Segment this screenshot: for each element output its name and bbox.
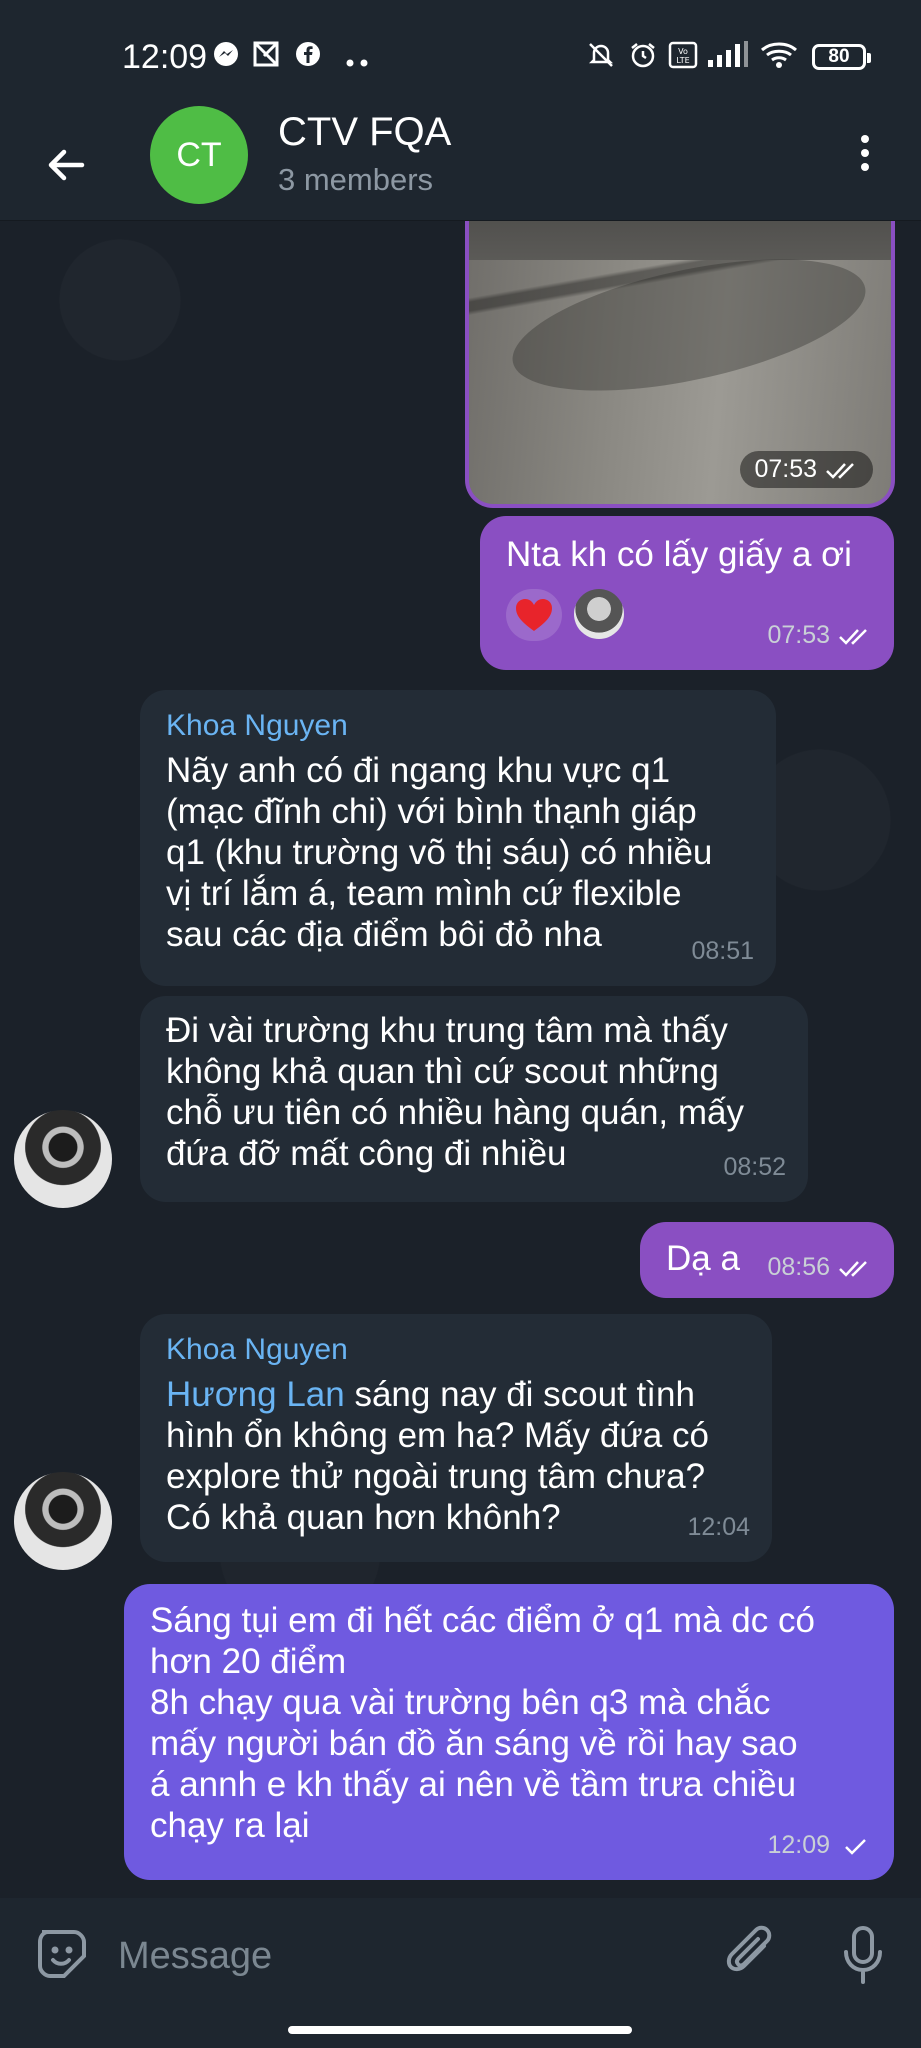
heart-icon — [516, 599, 552, 631]
message-time: 12:09 — [767, 1831, 830, 1859]
sender-avatar[interactable] — [14, 1110, 112, 1208]
incoming-message[interactable]: Đi vài trường khu trung tâm mà thấy khôn… — [140, 996, 808, 1202]
volte-icon: Vo LTE — [668, 40, 698, 75]
double-check-icon — [826, 462, 854, 479]
message-line: 8h chạy qua vài trường bên q3 mà chắc — [150, 1683, 771, 1722]
chat-header — [0, 110, 921, 221]
message-line-with-mention: Hương Lan sáng nay đi scout tình — [166, 1374, 746, 1415]
outgoing-message[interactable]: Nta kh có lấy giấy a ơi 07:53 — [480, 516, 894, 670]
members-count: 3 members — [278, 162, 434, 197]
message-line: á annh e kh thấy ai nên về tầm trưa chiề… — [150, 1765, 797, 1804]
message-text: Nta kh có lấy giấy a ơi — [506, 535, 852, 574]
message-time: 07:53 — [754, 455, 817, 483]
microphone-icon — [844, 1926, 882, 1984]
message-time: 07:53 — [767, 621, 830, 649]
paperclip-icon — [726, 1925, 772, 1972]
message-line: Nãy anh có đi ngang khu vực q1 — [166, 751, 671, 790]
message-line: explore thử ngoài trung tâm chưa? — [166, 1457, 706, 1496]
svg-text:Vo: Vo — [678, 47, 688, 56]
message-line: chỗ ưu tiên có nhiều hàng quán, mấy — [166, 1093, 744, 1132]
message-line: (mạc đĩnh chi) với bình thạnh giáp — [166, 792, 697, 831]
home-indicator[interactable] — [288, 2026, 632, 2034]
status-time: 12:09 — [122, 38, 208, 76]
message-time: 08:52 — [723, 1153, 786, 1181]
sticker-icon — [38, 1930, 86, 1978]
photo-shadow — [501, 233, 877, 417]
message-meta: 08:51 — [691, 931, 754, 972]
more-options-button[interactable] — [850, 130, 880, 180]
message-line: Sáng tụi em đi hết các điểm ở q1 mà dc c… — [150, 1601, 815, 1640]
outgoing-message[interactable]: Dạ a 08:56 — [640, 1222, 894, 1298]
message-meta: 07:53 — [740, 451, 873, 488]
back-button[interactable] — [40, 138, 94, 192]
arrow-left-icon — [48, 149, 85, 181]
message-line: hình ổn không em ha? Mấy đứa có — [166, 1416, 709, 1455]
message-meta: 08:56 — [767, 1247, 872, 1288]
avatar-initials: CT — [176, 135, 222, 174]
message-line: q1 (khu trường võ thị sáu) có nhiều — [166, 833, 713, 872]
message-composer: Message — [0, 1898, 921, 2048]
message-time: 08:51 — [691, 937, 754, 965]
emoji-button[interactable] — [34, 1926, 90, 1982]
sender-name[interactable]: Khoa Nguyen — [166, 1332, 746, 1368]
sender-avatar[interactable] — [14, 1472, 112, 1570]
message-input[interactable]: Message — [118, 1928, 638, 1984]
message-line: hơn 20 điểm — [150, 1642, 347, 1681]
message-meta: 12:04 — [687, 1507, 750, 1548]
facebook-icon — [294, 40, 322, 73]
battery-icon: 80 — [812, 44, 871, 70]
message-line: sau các địa điểm bôi đỏ nha — [166, 915, 602, 954]
double-check-icon — [839, 1260, 867, 1277]
battery-level: 80 — [828, 46, 850, 67]
message-time: 12:04 — [687, 1513, 750, 1541]
status-bar: 12:09 Vo LTE 80 — [0, 0, 921, 110]
message-line: Đi vài trường khu trung tâm mà thấy — [166, 1011, 728, 1050]
message-line: chạy ra lại — [150, 1806, 310, 1845]
message-meta: 07:53 — [767, 615, 872, 656]
outgoing-message[interactable]: Sáng tụi em đi hết các điểm ở q1 mà dc c… — [124, 1584, 894, 1880]
message-time: 08:56 — [767, 1253, 830, 1281]
incoming-message[interactable]: Khoa Nguyen Hương Lan sáng nay đi scout … — [140, 1314, 772, 1562]
message-line: đứa đỡ mất công đi nhiều — [166, 1134, 567, 1173]
signal-icon — [706, 40, 750, 73]
more-dots-icon — [344, 46, 372, 74]
sender-name[interactable]: Khoa Nguyen — [166, 708, 750, 744]
message-line: vị trí lắm á, team mình cứ flexible — [166, 874, 682, 913]
app-icon — [252, 40, 280, 73]
incoming-message[interactable]: Khoa Nguyen Nãy anh có đi ngang khu vực … — [140, 690, 776, 986]
mute-icon — [586, 40, 616, 75]
microphone-button[interactable] — [838, 1924, 888, 1988]
mention-link[interactable]: Hương Lan — [166, 1375, 345, 1414]
svg-text:LTE: LTE — [676, 56, 689, 65]
chat-title[interactable]: CTV FQA — [278, 110, 451, 155]
message-line: Có khả quan hơn khônh? — [166, 1498, 561, 1537]
wifi-icon — [760, 40, 798, 75]
message-line: mấy người bán đồ ăn sáng về rồi hay sao — [150, 1724, 798, 1763]
message-line: không khả quan thì cứ scout những — [166, 1052, 719, 1091]
double-check-icon — [839, 628, 867, 645]
heart-reaction[interactable] — [506, 589, 562, 641]
messenger-icon — [212, 40, 240, 73]
alarm-icon — [628, 40, 658, 75]
group-avatar[interactable]: CT — [150, 106, 248, 204]
check-icon — [845, 1838, 866, 1855]
attach-button[interactable] — [724, 1924, 780, 1984]
reaction-avatar[interactable] — [574, 589, 624, 639]
message-meta: 12:09 — [767, 1825, 872, 1866]
message-text: sáng nay đi scout tình — [344, 1375, 695, 1414]
message-meta: 08:52 — [723, 1147, 786, 1188]
